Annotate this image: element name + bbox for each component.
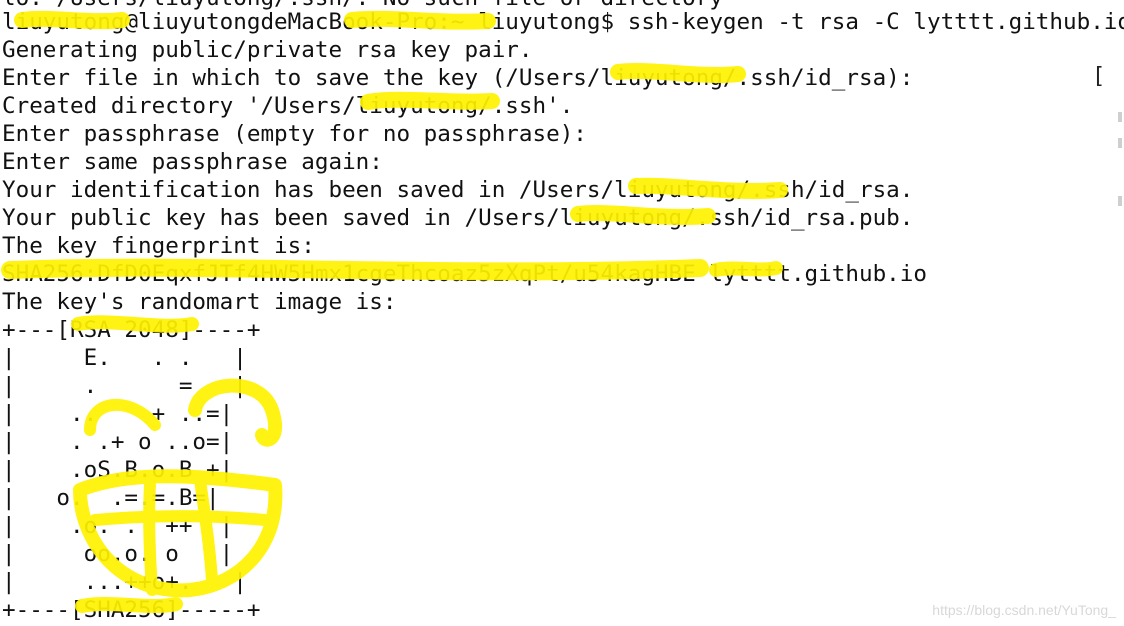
terminal-line: Enter same passphrase again: (2, 149, 383, 175)
terminal-line: | o. .=.=.B=| (2, 485, 220, 511)
terminal-line: | E. . . | (2, 345, 247, 371)
terminal-line: The key fingerprint is: (2, 233, 315, 259)
terminal-line: Generating public/private rsa key pair. (2, 37, 533, 63)
terminal-line: | .o. . ++ | (2, 513, 234, 539)
terminal-line: The key's randomart image is: (2, 289, 397, 315)
terminal-line: | . .+ o ..o=| (2, 429, 234, 455)
terminal-line: | oo.o. o | (2, 541, 234, 567)
terminal-line: SHA256:DfD0EqxfJTf4HW5Hmx1cgeThcoaz5zXqP… (2, 261, 927, 287)
terminal-line: Created directory '/Users/liuyutong/.ssh… (2, 93, 574, 119)
terminal-line: Enter file in which to save the key (/Us… (2, 65, 914, 91)
watermark: https://blog.csdn.net/YuTong_ (932, 602, 1116, 618)
terminal-line: +----[SHA256]-----+ (2, 597, 261, 623)
terminal-line: | ...++o+. | (2, 569, 247, 595)
terminal-line: Enter passphrase (empty for no passphras… (2, 121, 587, 147)
terminal-line: Your identification has been saved in /U… (2, 177, 914, 203)
terminal-window[interactable]: lo: /Users/liuyutong/.ssh/: No such file… (0, 0, 1124, 626)
terminal-line: Your public key has been saved in /Users… (2, 205, 914, 231)
terminal-line: | .oS.B.o.B +| (2, 457, 234, 483)
terminal-line: liuyutong@liuyutongdeMacBook-Pro:~ liuyu… (2, 9, 1124, 35)
truncated-bracket: [ (1092, 64, 1106, 89)
terminal-line: | . = | (2, 373, 247, 399)
scrollbar[interactable] (1114, 0, 1124, 626)
terminal-line: +---[RSA 2048]----+ (2, 317, 261, 343)
terminal-line: | .. + ..=| (2, 401, 234, 427)
